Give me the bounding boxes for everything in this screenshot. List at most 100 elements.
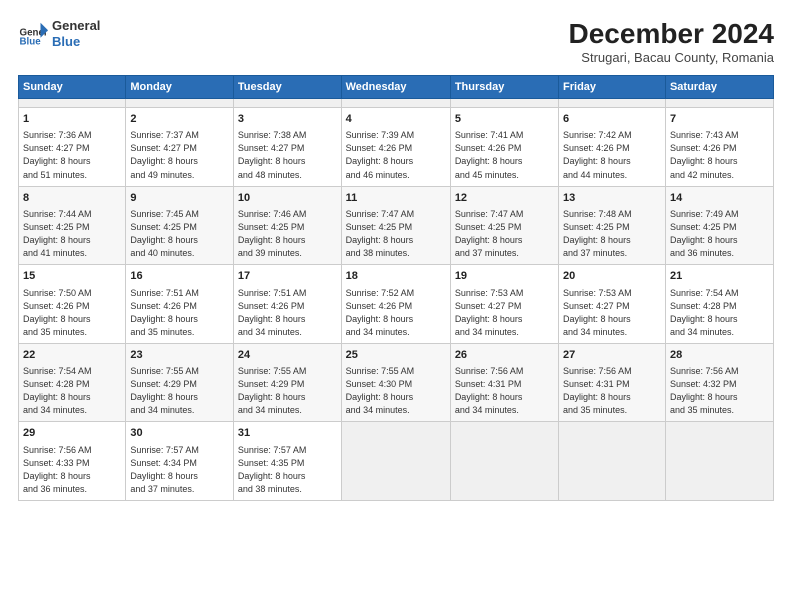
calendar-cell: 24 Sunrise: 7:55 AMSunset: 4:29 PMDayligh… xyxy=(233,343,341,422)
logo-text: General Blue xyxy=(52,18,100,49)
day-number: 8 xyxy=(23,191,121,206)
day-info: Sunrise: 7:47 AMSunset: 4:25 PMDaylight:… xyxy=(455,208,554,260)
main-title: December 2024 xyxy=(569,18,774,50)
calendar-cell: 18 Sunrise: 7:52 AMSunset: 4:26 PMDayligh… xyxy=(341,265,450,344)
calendar-cell xyxy=(19,99,126,108)
calendar-week-0 xyxy=(19,99,774,108)
calendar-week-3: 15 Sunrise: 7:50 AMSunset: 4:26 PMDayligh… xyxy=(19,265,774,344)
day-info: Sunrise: 7:54 AMSunset: 4:28 PMDaylight:… xyxy=(23,365,121,417)
calendar-cell: 11 Sunrise: 7:47 AMSunset: 4:25 PMDayligh… xyxy=(341,186,450,265)
calendar-cell: 5Sunrise: 7:41 AMSunset: 4:26 PMDaylight… xyxy=(450,108,558,187)
day-number: 14 xyxy=(670,191,769,206)
day-number: 28 xyxy=(670,348,769,363)
col-header-wednesday: Wednesday xyxy=(341,76,450,99)
calendar-cell: 6Sunrise: 7:42 AMSunset: 4:26 PMDaylight… xyxy=(559,108,666,187)
day-number: 3 xyxy=(238,112,337,127)
day-number: 17 xyxy=(238,269,337,284)
calendar-cell: 17 Sunrise: 7:51 AMSunset: 4:26 PMDayligh… xyxy=(233,265,341,344)
subtitle: Strugari, Bacau County, Romania xyxy=(569,50,774,65)
col-header-thursday: Thursday xyxy=(450,76,558,99)
day-info: Sunrise: 7:55 AMSunset: 4:30 PMDaylight:… xyxy=(346,365,446,417)
day-number: 12 xyxy=(455,191,554,206)
day-number: 30 xyxy=(130,426,229,441)
day-info: Sunrise: 7:47 AMSunset: 4:25 PMDaylight:… xyxy=(346,208,446,260)
day-info: Sunrise: 7:51 AMSunset: 4:26 PMDaylight:… xyxy=(130,287,229,339)
calendar-cell: 30Sunrise: 7:57 AMSunset: 4:34 PMDayligh… xyxy=(126,422,234,501)
day-number: 22 xyxy=(23,348,121,363)
calendar-cell: 10 Sunrise: 7:46 AMSunset: 4:25 PMDayligh… xyxy=(233,186,341,265)
calendar-cell xyxy=(233,99,341,108)
header: General Blue General Blue December 2024 … xyxy=(18,18,774,65)
day-number: 24 xyxy=(238,348,337,363)
day-info: Sunrise: 7:50 AMSunset: 4:26 PMDaylight:… xyxy=(23,287,121,339)
calendar-cell: 22 Sunrise: 7:54 AMSunset: 4:28 PMDayligh… xyxy=(19,343,126,422)
day-info: Sunrise: 7:52 AMSunset: 4:26 PMDaylight:… xyxy=(346,287,446,339)
day-number: 15 xyxy=(23,269,121,284)
day-info: Sunrise: 7:48 AMSunset: 4:25 PMDaylight:… xyxy=(563,208,661,260)
day-number: 19 xyxy=(455,269,554,284)
day-number: 23 xyxy=(130,348,229,363)
calendar-cell: 8 Sunrise: 7:44 AMSunset: 4:25 PMDaylight… xyxy=(19,186,126,265)
day-info: Sunrise: 7:38 AMSunset: 4:27 PMDaylight:… xyxy=(238,129,337,181)
calendar-cell: 20 Sunrise: 7:53 AMSunset: 4:27 PMDayligh… xyxy=(559,265,666,344)
day-number: 9 xyxy=(130,191,229,206)
day-info: Sunrise: 7:54 AMSunset: 4:28 PMDaylight:… xyxy=(670,287,769,339)
col-header-monday: Monday xyxy=(126,76,234,99)
day-number: 11 xyxy=(346,191,446,206)
calendar-cell: 9 Sunrise: 7:45 AMSunset: 4:25 PMDaylight… xyxy=(126,186,234,265)
calendar-header-row: SundayMondayTuesdayWednesdayThursdayFrid… xyxy=(19,76,774,99)
calendar-cell: 12 Sunrise: 7:47 AMSunset: 4:25 PMDayligh… xyxy=(450,186,558,265)
calendar-cell: 2Sunrise: 7:37 AMSunset: 4:27 PMDaylight… xyxy=(126,108,234,187)
calendar-cell xyxy=(559,99,666,108)
calendar-cell xyxy=(450,99,558,108)
calendar: SundayMondayTuesdayWednesdayThursdayFrid… xyxy=(18,75,774,501)
day-info: Sunrise: 7:46 AMSunset: 4:25 PMDaylight:… xyxy=(238,208,337,260)
day-info: Sunrise: 7:51 AMSunset: 4:26 PMDaylight:… xyxy=(238,287,337,339)
day-number: 31 xyxy=(238,426,337,441)
day-number: 5 xyxy=(455,112,554,127)
day-info: Sunrise: 7:53 AMSunset: 4:27 PMDaylight:… xyxy=(563,287,661,339)
day-number: 6 xyxy=(563,112,661,127)
logo: General Blue General Blue xyxy=(18,18,100,49)
day-number: 25 xyxy=(346,348,446,363)
calendar-cell: 23 Sunrise: 7:55 AMSunset: 4:29 PMDayligh… xyxy=(126,343,234,422)
day-info: Sunrise: 7:57 AMSunset: 4:35 PMDaylight:… xyxy=(238,444,337,496)
day-number: 2 xyxy=(130,112,229,127)
calendar-cell xyxy=(341,99,450,108)
page: General Blue General Blue December 2024 … xyxy=(0,0,792,612)
day-info: Sunrise: 7:56 AMSunset: 4:33 PMDaylight:… xyxy=(23,444,121,496)
day-info: Sunrise: 7:56 AMSunset: 4:32 PMDaylight:… xyxy=(670,365,769,417)
day-info: Sunrise: 7:39 AMSunset: 4:26 PMDaylight:… xyxy=(346,129,446,181)
svg-text:Blue: Blue xyxy=(20,36,42,47)
calendar-cell: 19 Sunrise: 7:53 AMSunset: 4:27 PMDayligh… xyxy=(450,265,558,344)
day-info: Sunrise: 7:55 AMSunset: 4:29 PMDaylight:… xyxy=(238,365,337,417)
calendar-cell: 4 Sunrise: 7:39 AMSunset: 4:26 PMDaylight… xyxy=(341,108,450,187)
day-number: 21 xyxy=(670,269,769,284)
day-info: Sunrise: 7:45 AMSunset: 4:25 PMDaylight:… xyxy=(130,208,229,260)
day-info: Sunrise: 7:44 AMSunset: 4:25 PMDaylight:… xyxy=(23,208,121,260)
calendar-week-5: 29Sunrise: 7:56 AMSunset: 4:33 PMDayligh… xyxy=(19,422,774,501)
day-number: 13 xyxy=(563,191,661,206)
calendar-cell: 29Sunrise: 7:56 AMSunset: 4:33 PMDayligh… xyxy=(19,422,126,501)
day-info: Sunrise: 7:55 AMSunset: 4:29 PMDaylight:… xyxy=(130,365,229,417)
calendar-cell: 31 Sunrise: 7:57 AMSunset: 4:35 PMDayligh… xyxy=(233,422,341,501)
day-info: Sunrise: 7:49 AMSunset: 4:25 PMDaylight:… xyxy=(670,208,769,260)
calendar-cell xyxy=(559,422,666,501)
day-number: 4 xyxy=(346,112,446,127)
day-info: Sunrise: 7:53 AMSunset: 4:27 PMDaylight:… xyxy=(455,287,554,339)
day-number: 7 xyxy=(670,112,769,127)
calendar-cell: 15 Sunrise: 7:50 AMSunset: 4:26 PMDayligh… xyxy=(19,265,126,344)
day-number: 16 xyxy=(130,269,229,284)
day-info: Sunrise: 7:43 AMSunset: 4:26 PMDaylight:… xyxy=(670,129,769,181)
calendar-cell: 1Sunrise: 7:36 AMSunset: 4:27 PMDaylight… xyxy=(19,108,126,187)
day-info: Sunrise: 7:56 AMSunset: 4:31 PMDaylight:… xyxy=(563,365,661,417)
calendar-week-4: 22 Sunrise: 7:54 AMSunset: 4:28 PMDayligh… xyxy=(19,343,774,422)
day-number: 20 xyxy=(563,269,661,284)
day-number: 18 xyxy=(346,269,446,284)
day-info: Sunrise: 7:56 AMSunset: 4:31 PMDaylight:… xyxy=(455,365,554,417)
calendar-cell: 14 Sunrise: 7:49 AMSunset: 4:25 PMDayligh… xyxy=(665,186,773,265)
calendar-cell: 25 Sunrise: 7:55 AMSunset: 4:30 PMDayligh… xyxy=(341,343,450,422)
calendar-cell: 27Sunrise: 7:56 AMSunset: 4:31 PMDayligh… xyxy=(559,343,666,422)
title-block: December 2024 Strugari, Bacau County, Ro… xyxy=(569,18,774,65)
day-number: 10 xyxy=(238,191,337,206)
